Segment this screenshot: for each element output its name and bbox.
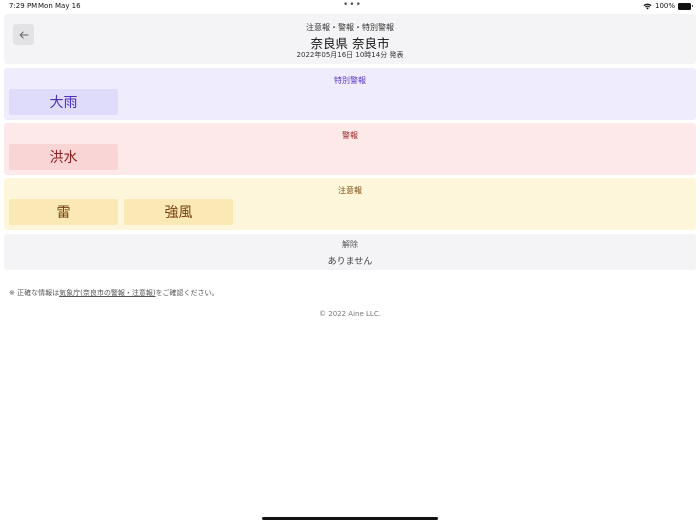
battery-percent: 100% bbox=[654, 2, 675, 10]
multitasking-dots[interactable]: ••• bbox=[343, 0, 362, 10]
status-bar: 7:29 PM Mon May 16 ••• 100% bbox=[0, 0, 700, 14]
status-right: 100% bbox=[643, 2, 693, 10]
battery-icon bbox=[678, 2, 693, 10]
special-warning-section: 特別警報 大雨 bbox=[4, 68, 696, 120]
issued-date: 2022年05月16日 10時14分 発表 bbox=[296, 51, 404, 59]
cancelled-title: 解除 bbox=[342, 240, 358, 249]
status-time: 7:29 PM bbox=[9, 2, 38, 10]
advisory-section: 注意報 雷 強風 bbox=[4, 178, 696, 230]
warning-chip: 洪水 bbox=[9, 144, 118, 170]
advisory-chip: 雷 bbox=[9, 199, 118, 225]
warning-section: 警報 洪水 bbox=[4, 123, 696, 175]
source-note: ※ 正確な情報は気象庁(奈良市の警報・注意報)をご確認ください。 bbox=[9, 288, 219, 298]
wifi-icon bbox=[643, 3, 652, 9]
home-indicator[interactable] bbox=[262, 517, 438, 520]
cancelled-value: ありません bbox=[327, 257, 373, 267]
special-warning-chip: 大雨 bbox=[9, 89, 118, 115]
header-subtitle: 注意報・警報・特別警報 bbox=[306, 23, 394, 32]
special-warning-title: 特別警報 bbox=[334, 76, 366, 85]
jma-link[interactable]: 気象庁(奈良市の警報・注意報) bbox=[59, 289, 155, 297]
advisory-title: 注意報 bbox=[338, 186, 362, 195]
copyright: © 2022 Aine LLC. bbox=[319, 310, 381, 318]
status-date: Mon May 16 bbox=[38, 2, 81, 10]
cancelled-section: 解除 ありません bbox=[4, 234, 696, 270]
note-suffix: をご確認ください。 bbox=[155, 289, 219, 297]
advisory-chip: 強風 bbox=[124, 199, 233, 225]
note-prefix: ※ 正確な情報は bbox=[9, 289, 60, 297]
header: 注意報・警報・特別警報 奈良県 奈良市 2022年05月16日 10時14分 発… bbox=[4, 14, 696, 64]
warning-title: 警報 bbox=[342, 131, 358, 140]
